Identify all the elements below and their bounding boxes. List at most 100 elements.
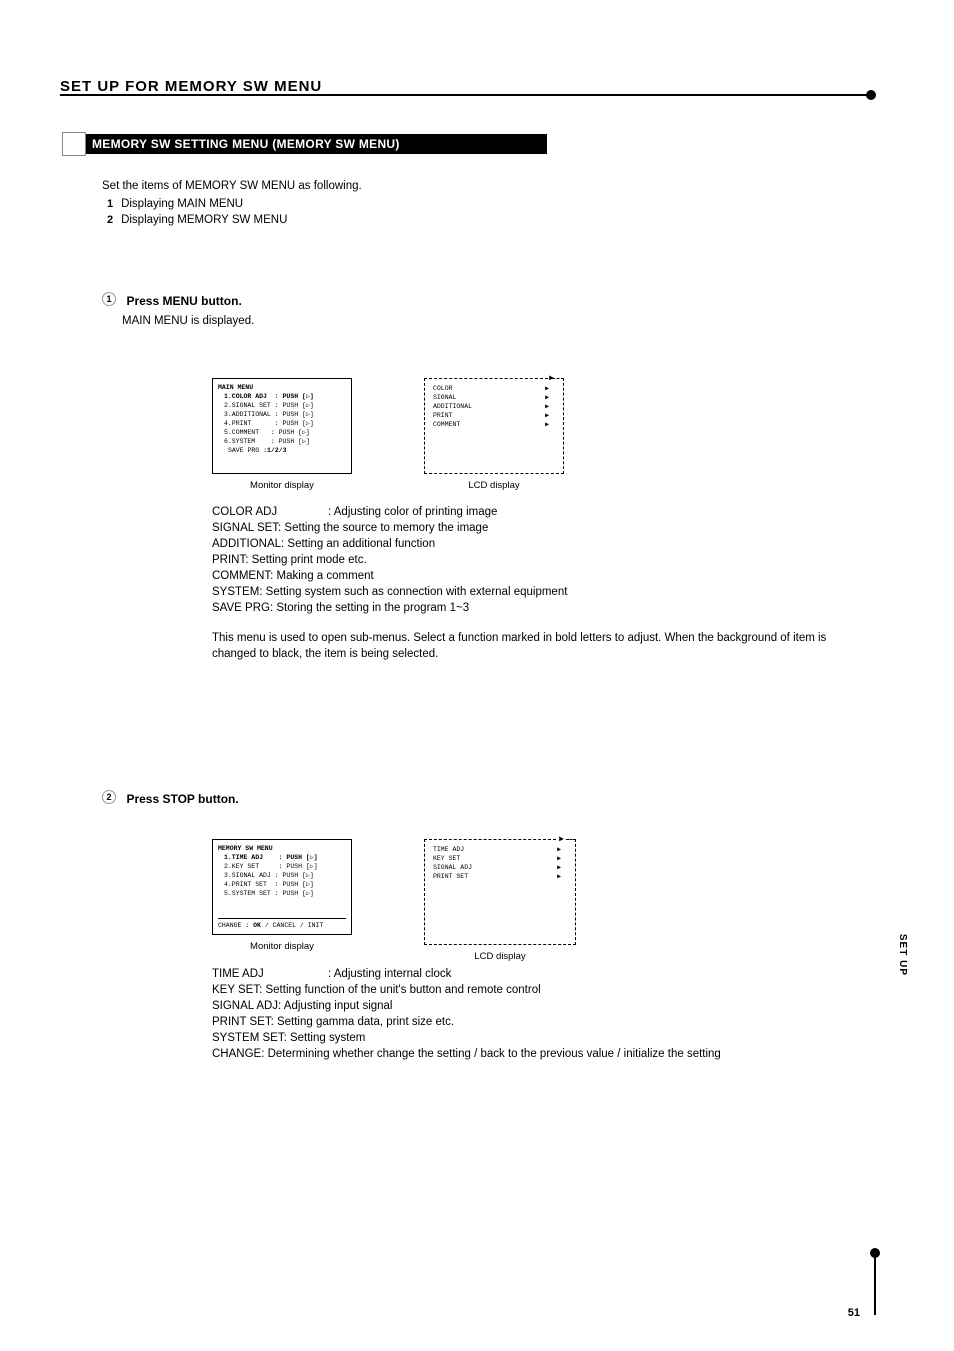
chevron-right-icon: ▶ bbox=[545, 384, 549, 393]
lcd-panel-2: ▶ TIME ADJ▶ KEY SET▶ SIGNAL ADJ▶ PRINT S… bbox=[424, 839, 576, 962]
md2-0-txt: : Adjusting internal clock bbox=[328, 968, 451, 980]
msm-item1-action: : PUSH [▷] bbox=[279, 863, 318, 870]
mm-item1-action: : PUSH [▷] bbox=[275, 402, 314, 409]
mm-item5-label: 6.SYSTEM bbox=[224, 438, 255, 445]
main-menu-note: This menu is used to open sub-menus. Sel… bbox=[212, 630, 862, 662]
mm-item4-label: 5.COMMENT bbox=[224, 429, 259, 436]
chevron-right-icon: ▶ bbox=[557, 863, 561, 872]
md2-1-txt: : Setting function of the unit's button … bbox=[259, 984, 541, 996]
msm-item1-label: 2.KEY SET bbox=[224, 863, 259, 870]
md2-5-txt: : Determining whether change the setting… bbox=[261, 1048, 721, 1060]
monitor-panel-2: MEMORY SW MENU 1.TIME ADJ : PUSH [▷] 2.K… bbox=[212, 839, 352, 962]
msm-item2-label: 3.SIGNAL ADJ bbox=[224, 872, 271, 879]
md2-4-txt: : Setting system bbox=[284, 1032, 366, 1044]
lcd2-item1: KEY SET bbox=[433, 855, 460, 862]
chevron-right-icon: ▶ bbox=[545, 393, 549, 402]
mm-item0-action: : PUSH [▷] bbox=[275, 393, 314, 400]
step-1-number: 1 bbox=[102, 198, 118, 210]
mm-save-label: SAVE PRG : bbox=[228, 447, 267, 454]
mm-item0-label: 1.COLOR ADJ bbox=[224, 393, 267, 400]
mm-save-right: 1/2/3 bbox=[267, 447, 287, 454]
mm-item3-action: : PUSH [▷] bbox=[275, 420, 314, 427]
mm-item4-action: : PUSH [▷] bbox=[271, 429, 310, 436]
mm-item2-label: 3.ADDITIONAL bbox=[224, 411, 271, 418]
md2-1-lbl: KEY SET bbox=[212, 984, 259, 996]
lcd-panel-1: ▶ COLOR▶ SIGNAL▶ ADDITIONAL▶ PRINT▶ COMM… bbox=[424, 378, 564, 491]
chevron-right-icon: ▶ bbox=[557, 854, 561, 863]
lcd1-item3: PRINT bbox=[433, 412, 453, 419]
mm-item2-action: : PUSH [▷] bbox=[275, 411, 314, 418]
page-number: 51 bbox=[848, 1307, 860, 1319]
mm-item3-label: 4.PRINT bbox=[224, 420, 251, 427]
md2-4-lbl: SYSTEM SET bbox=[212, 1032, 284, 1044]
md1-txt: : Setting the source to memory the image bbox=[278, 522, 488, 534]
md5-txt: : Setting system such as connection with… bbox=[259, 586, 567, 598]
md2-3-lbl: PRINT SET bbox=[212, 1016, 271, 1028]
mm-item5-action: : PUSH [▷] bbox=[271, 438, 310, 445]
lcd2-item2: SIGNAL ADJ bbox=[433, 864, 472, 871]
chevron-right-icon: ▶ bbox=[557, 872, 561, 881]
md2-2-txt: : Adjusting input signal bbox=[278, 1000, 392, 1012]
step-2-text: Displaying MEMORY SW MENU bbox=[121, 214, 287, 226]
screenshots-row-2: MEMORY SW MENU 1.TIME ADJ : PUSH [▷] 2.K… bbox=[212, 839, 576, 962]
step-1-text: Displaying MAIN MENU bbox=[121, 198, 243, 210]
md2-5-lbl: CHANGE bbox=[212, 1048, 261, 1060]
memory-menu-change-bold: OK bbox=[253, 922, 261, 929]
mm-item1-label: 2.SIGNAL SET bbox=[224, 402, 271, 409]
md2-txt: : Setting an additional function bbox=[281, 538, 435, 550]
lcd-screen-main: ▶ COLOR▶ SIGNAL▶ ADDITIONAL▶ PRINT▶ COMM… bbox=[424, 378, 564, 474]
section-bar-prefix bbox=[62, 132, 86, 156]
lcd2-item3: PRINT SET bbox=[433, 873, 468, 880]
block-a-body: MAIN MENU is displayed. bbox=[122, 314, 862, 329]
side-tab-label: SET UP bbox=[897, 934, 908, 976]
msm-item4-action: : PUSH [▷] bbox=[275, 890, 314, 897]
step-1-line: 1 Displaying MAIN MENU bbox=[102, 198, 243, 210]
msm-item4-label: 5.SYSTEM SET bbox=[224, 890, 271, 897]
msm-item0-action: : PUSH [▷] bbox=[279, 854, 318, 861]
header-rule-dot bbox=[866, 90, 876, 100]
memory-menu-change: CHANGE : OK / CANCEL / INIT bbox=[218, 918, 346, 930]
step-2-number: 2 bbox=[102, 214, 118, 226]
block-a-heading: Press MENU button. bbox=[126, 294, 241, 308]
block-b-heading: Press STOP button. bbox=[126, 792, 238, 806]
md1-lbl: SIGNAL SET bbox=[212, 522, 278, 534]
md3-lbl: PRINT bbox=[212, 554, 245, 566]
md2-lbl: ADDITIONAL bbox=[212, 538, 281, 550]
md4-txt: : Making a comment bbox=[270, 570, 374, 582]
memory-menu-title: MEMORY SW MENU bbox=[218, 844, 346, 853]
msm-item2-action: : PUSH [▷] bbox=[275, 872, 314, 879]
lcd1-item1: SIGNAL bbox=[433, 394, 456, 401]
monitor-screen-main-menu: MAIN MENU 1.COLOR ADJ : PUSH [▷] 2.SIGNA… bbox=[212, 378, 352, 474]
md6-lbl: SAVE PRG bbox=[212, 602, 270, 614]
intro-text: Set the items of MEMORY SW MENU as follo… bbox=[102, 178, 362, 194]
msm-item0-label: 1.TIME ADJ bbox=[224, 854, 263, 861]
lcd1-item2: ADDITIONAL bbox=[433, 403, 472, 410]
memory-menu-description: TIME ADJ: Adjusting internal clock KEY S… bbox=[212, 956, 862, 1062]
lcd-label-1: LCD display bbox=[424, 480, 564, 491]
md5-lbl: SYSTEM bbox=[212, 586, 259, 598]
block-a: 1 Press MENU button. MAIN MENU is displa… bbox=[102, 292, 862, 329]
bullet-2-icon: 2 bbox=[102, 790, 116, 804]
section-bar-text: MEMORY SW SETTING MENU (MEMORY SW MENU) bbox=[92, 137, 400, 151]
lcd1-item0: COLOR bbox=[433, 385, 453, 392]
monitor-screen-memory-menu: MEMORY SW MENU 1.TIME ADJ : PUSH [▷] 2.K… bbox=[212, 839, 352, 935]
monitor-panel-1: MAIN MENU 1.COLOR ADJ : PUSH [▷] 2.SIGNA… bbox=[212, 378, 352, 491]
section-bar: MEMORY SW SETTING MENU (MEMORY SW MENU) bbox=[62, 134, 547, 154]
screenshots-row-1: MAIN MENU 1.COLOR ADJ : PUSH [▷] 2.SIGNA… bbox=[212, 378, 564, 491]
md0-lbl: COLOR ADJ bbox=[212, 504, 328, 520]
md3-txt: : Setting print mode etc. bbox=[245, 554, 366, 566]
monitor-label-2: Monitor display bbox=[212, 941, 352, 952]
header-rule bbox=[60, 94, 875, 96]
step-2-line: 2 Displaying MEMORY SW MENU bbox=[102, 214, 287, 226]
md2-0-lbl: TIME ADJ bbox=[212, 966, 328, 982]
md2-2-lbl: SIGNAL ADJ bbox=[212, 1000, 278, 1012]
lcd1-item4: COMMENT bbox=[433, 421, 460, 428]
lcd-screen-memory: ▶ TIME ADJ▶ KEY SET▶ SIGNAL ADJ▶ PRINT S… bbox=[424, 839, 576, 945]
section-header-title: SET UP FOR MEMORY SW MENU bbox=[60, 78, 322, 95]
md0-txt: : Adjusting color of printing image bbox=[328, 506, 497, 518]
msm-item3-label: 4.PRINT SET bbox=[224, 881, 267, 888]
md6-txt: : Storing the setting in the program 1~3 bbox=[270, 602, 469, 614]
block-b: 2 Press STOP button. bbox=[102, 790, 862, 808]
chevron-right-icon: ▶ bbox=[545, 411, 549, 420]
msm-item3-action: : PUSH [▷] bbox=[275, 881, 314, 888]
